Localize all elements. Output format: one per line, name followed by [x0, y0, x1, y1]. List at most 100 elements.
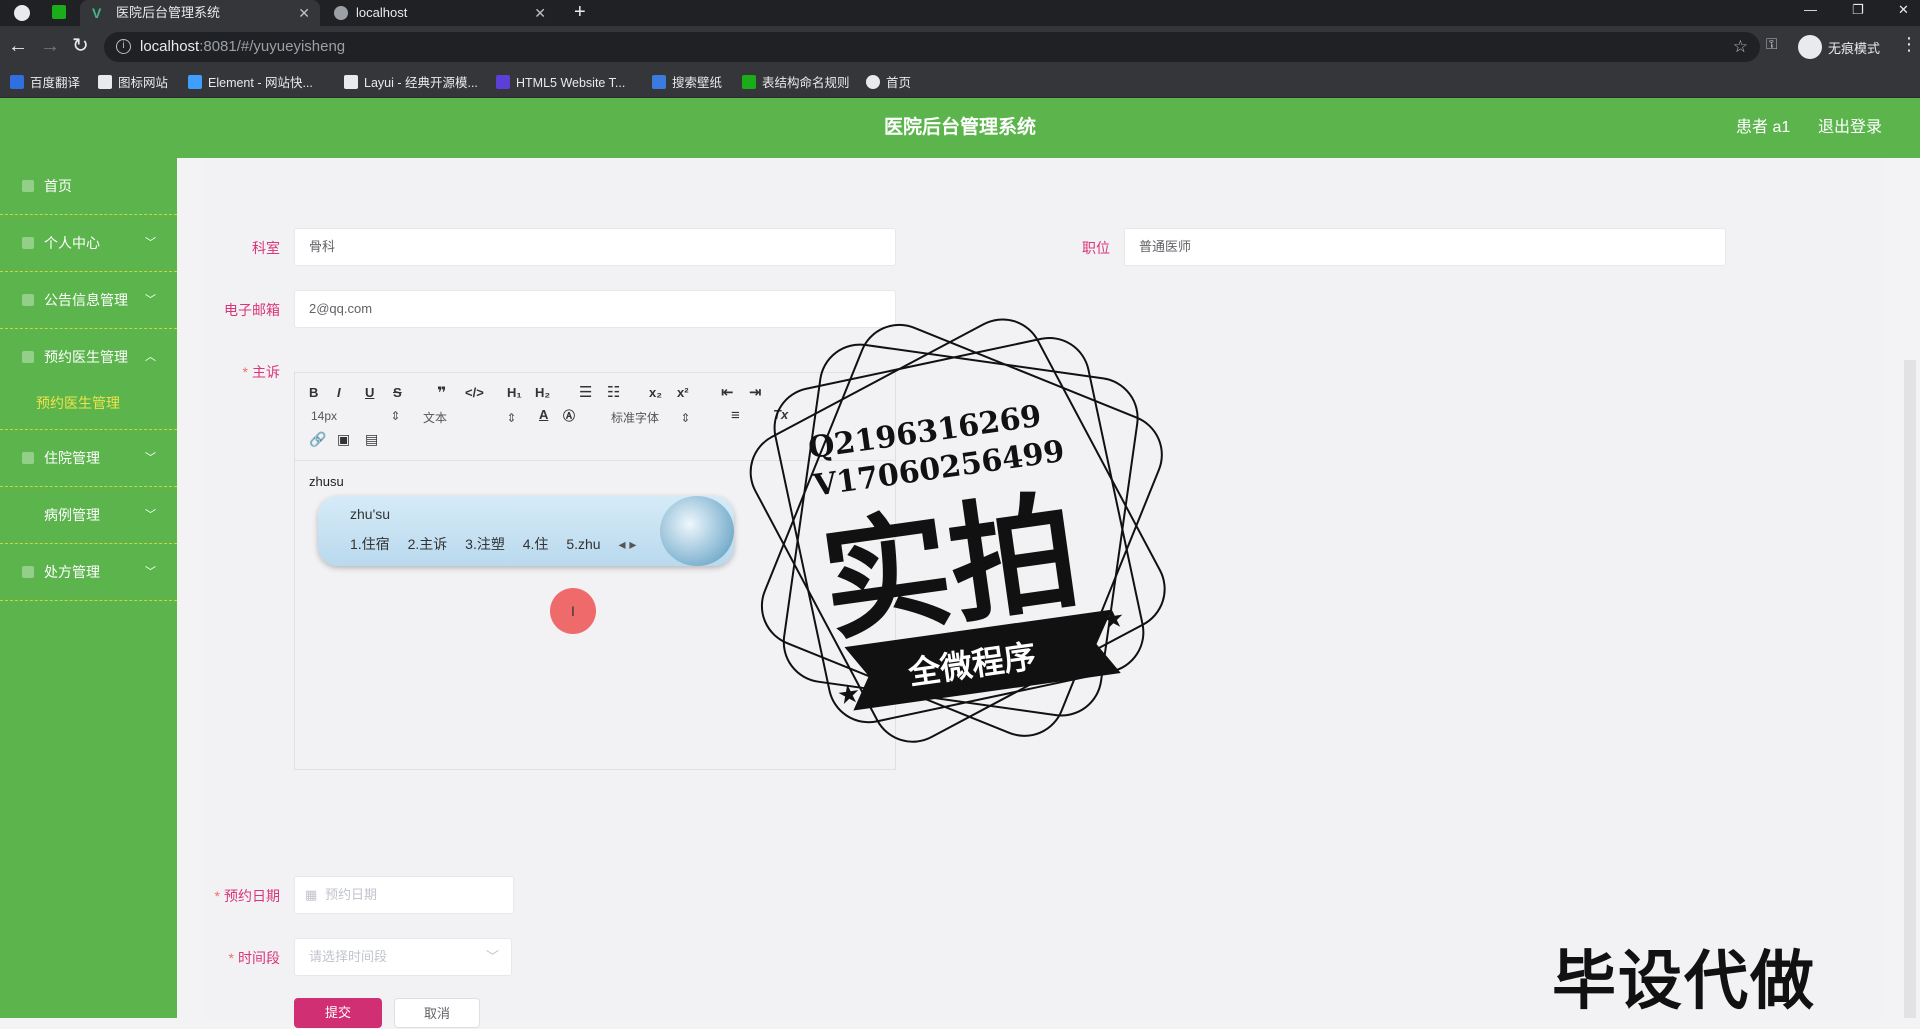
close-tab-icon[interactable]: ✕	[298, 0, 310, 26]
sidebar-item-cases[interactable]: 病例管理 ﹀	[0, 487, 177, 544]
position-field[interactable]: 普通医师	[1124, 228, 1726, 266]
browser-menu-icon[interactable]: ⋮	[1900, 34, 1918, 55]
globe-icon	[866, 75, 880, 89]
close-tab-icon[interactable]: ✕	[534, 0, 546, 26]
sidebar-item-inpatient[interactable]: 住院管理 ﹀	[0, 430, 177, 487]
chevron-down-icon: ﹀	[485, 949, 499, 964]
timeslot-select[interactable]: 请选择时间段 ﹀	[294, 938, 512, 976]
globe-icon	[334, 6, 348, 20]
tab-title: localhost	[356, 5, 408, 20]
bookmark-item[interactable]: 搜索壁纸	[652, 68, 722, 98]
incognito-icon[interactable]	[1798, 35, 1822, 59]
current-user: 患者 a1	[1736, 119, 1791, 136]
calendar-icon	[22, 351, 34, 363]
sidebar-item-home[interactable]: 首页	[0, 158, 177, 215]
ime-candidate[interactable]: 2.主诉	[408, 536, 448, 552]
reload-icon[interactable]: ↻	[72, 35, 89, 57]
bookmark-star-icon[interactable]: ☆	[1733, 32, 1748, 62]
video-icon[interactable]: ▤	[365, 431, 378, 448]
ime-candidates: 1.住宿 2.主诉 3.注塑 4.住 5.zhu ◂ ▸	[350, 534, 650, 554]
ime-candidate-popup[interactable]: zhu'su 1.住宿 2.主诉 3.注塑 4.住 5.zhu ◂ ▸	[318, 496, 734, 566]
date-picker[interactable]: ▦ 预约日期	[294, 876, 514, 914]
bold-icon[interactable]: B	[309, 385, 318, 400]
app-header: 医院后台管理系统 患者 a1 退出登录	[0, 98, 1920, 158]
link-icon[interactable]: 🔗	[309, 431, 326, 448]
heading2-icon[interactable]: H₂	[535, 385, 550, 400]
block-type-select[interactable]: 文本 ⇕	[423, 409, 516, 426]
browser-toolbar: ← → ↻ i localhost:8081/#/yuyueyisheng ☆ …	[0, 26, 1920, 68]
bookmark-item[interactable]: Layui - 经典开源模...	[344, 68, 478, 98]
browser-tab-active[interactable]: V 医院后台管理系统 ✕	[80, 0, 320, 26]
sidebar-item-notices[interactable]: 公告信息管理 ﹀	[0, 272, 177, 329]
logout-link[interactable]: 退出登录	[1818, 98, 1882, 158]
ordered-list-icon[interactable]: ☰	[579, 383, 592, 401]
watermark-bottom: 毕设代做	[1552, 945, 1816, 1017]
translate-icon	[10, 75, 24, 89]
submit-button[interactable]: 提交	[294, 998, 382, 1028]
font-size-select[interactable]: 14px ⇕	[311, 409, 400, 423]
browser-tab-strip: V 医院后台管理系统 ✕ localhost ✕ + — ❐ ✕	[0, 0, 1920, 26]
cancel-button[interactable]: 取消	[394, 998, 480, 1028]
bullet-list-icon[interactable]: ☷	[607, 383, 620, 401]
layui-icon	[344, 75, 358, 89]
wallpaper-icon	[652, 75, 666, 89]
app-title: 医院后台管理系统	[883, 117, 1036, 138]
code-icon[interactable]: </>	[465, 385, 484, 400]
bookmark-item[interactable]: 图标网站	[98, 68, 168, 98]
chevron-down-icon: ﹀	[145, 294, 156, 306]
key-icon[interactable]: ⚿	[1766, 36, 1777, 53]
star-icon: ★	[835, 678, 862, 711]
back-icon[interactable]: ←	[8, 35, 28, 57]
minimize-icon[interactable]: —	[1804, 0, 1817, 20]
department-field[interactable]: 骨科	[294, 228, 896, 266]
chevron-down-icon: ﹀	[145, 509, 156, 521]
ime-candidate[interactable]: 3.注塑	[465, 536, 505, 552]
strike-icon[interactable]: S	[393, 385, 402, 400]
font-color-icon[interactable]: A	[539, 407, 548, 422]
site-info-icon[interactable]: i	[116, 39, 131, 54]
page-scrollbar[interactable]	[1904, 360, 1916, 1018]
ime-candidate[interactable]: 5.zhu	[566, 536, 600, 552]
position-label: 职位	[1082, 240, 1110, 256]
font-family-select[interactable]: 标准字体 ⇕	[611, 409, 690, 426]
underline-icon[interactable]: U	[365, 385, 374, 400]
background-color-icon[interactable]: Ⓐ	[563, 407, 575, 424]
browser-tab-inactive[interactable]: localhost ✕	[326, 0, 556, 26]
tab-title: 医院后台管理系统	[116, 5, 221, 20]
address-bar[interactable]: i localhost:8081/#/yuyueyisheng ☆	[104, 32, 1760, 62]
new-tab-button[interactable]: +	[574, 0, 586, 24]
submenu-item-appointments[interactable]: 预约医生管理	[0, 376, 177, 430]
heading1-icon[interactable]: H₁	[507, 385, 522, 400]
editor-content[interactable]: zhusu	[309, 474, 344, 489]
vue-icon: V	[92, 5, 102, 21]
bookmark-item[interactable]: 百度翻译	[10, 68, 80, 98]
restore-icon[interactable]: ❐	[1852, 0, 1864, 20]
ime-page-arrows-icon[interactable]: ◂ ▸	[618, 536, 636, 552]
chevron-down-icon: ﹀	[145, 452, 156, 464]
ime-candidate[interactable]: 4.住	[523, 536, 549, 552]
bookmark-item[interactable]: Element - 网站快...	[188, 68, 313, 98]
chevron-down-icon: ﹀	[145, 237, 156, 249]
timeslot-label: * 时间段	[228, 950, 280, 966]
subscript-icon[interactable]: x₂	[649, 385, 662, 400]
sidebar-item-profile[interactable]: 个人中心 ﹀	[0, 215, 177, 272]
app-favicon-icon	[52, 5, 66, 19]
date-label: * 预约日期	[214, 888, 280, 904]
bookmark-item[interactable]: HTML5 Website T...	[496, 68, 625, 98]
quote-icon[interactable]: ❞	[437, 383, 446, 403]
italic-icon[interactable]: I	[337, 385, 341, 400]
forward-icon[interactable]: →	[40, 35, 60, 57]
close-window-icon[interactable]: ✕	[1898, 0, 1909, 20]
image-icon[interactable]: ▣	[337, 431, 350, 448]
bookmark-item[interactable]: 首页	[866, 68, 911, 98]
home-icon	[22, 180, 34, 192]
notice-icon	[22, 294, 34, 306]
flag-icon	[98, 75, 112, 89]
mouse-cursor-highlight: I	[550, 588, 596, 634]
ime-candidate[interactable]: 1.住宿	[350, 536, 390, 552]
table-icon	[742, 75, 756, 89]
sidebar-item-prescriptions[interactable]: 处方管理 ﹀	[0, 544, 177, 601]
browser-globe-icon	[14, 5, 30, 21]
superscript-icon[interactable]: x²	[677, 385, 689, 400]
bookmark-item[interactable]: 表结构命名规则	[742, 68, 850, 98]
